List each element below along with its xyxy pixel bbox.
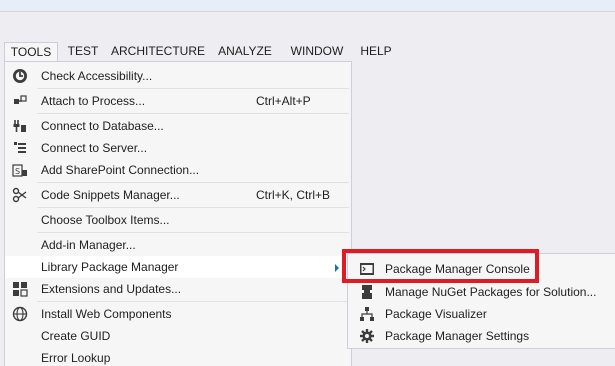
svg-text:S: S xyxy=(15,167,20,176)
menu-item-connect-to-server[interactable]: Connect to Server... xyxy=(5,137,351,159)
menu-item-choose-toolbox-items[interactable]: Choose Toolbox Items... xyxy=(5,209,351,231)
submenu-item-manage-nuget-packages[interactable]: Manage NuGet Packages for Solution... xyxy=(348,281,614,303)
menu-item-add-in-manager[interactable]: Add-in Manager... xyxy=(5,234,351,256)
menu-item-label: Attach to Process... xyxy=(41,94,146,108)
extensions-icon xyxy=(13,282,28,297)
sharepoint-icon: S xyxy=(12,164,27,177)
menu-architecture[interactable]: ARCHITECTURE xyxy=(110,42,206,62)
menu-separator xyxy=(37,113,349,114)
menu-item-label: Choose Toolbox Items... xyxy=(41,213,170,227)
submenu-item-label: Manage NuGet Packages for Solution... xyxy=(385,285,597,299)
menu-item-add-sharepoint-connection[interactable]: S Add SharePoint Connection... xyxy=(5,159,351,181)
menu-item-label: Connect to Database... xyxy=(41,119,164,133)
menu-item-label: Extensions and Updates... xyxy=(41,282,182,296)
menu-item-label: Connect to Server... xyxy=(41,141,148,155)
menu-analyze[interactable]: ANALYZE xyxy=(214,42,276,62)
server-icon xyxy=(14,142,26,153)
window-top-band xyxy=(0,0,615,40)
menu-item-create-guid[interactable]: Create GUID xyxy=(5,325,351,347)
menu-item-label: Library Package Manager xyxy=(41,260,179,274)
menu-separator xyxy=(37,182,349,183)
menu-separator xyxy=(37,207,349,208)
tools-dropdown-menu: Check Accessibility... Attach to Process… xyxy=(4,61,352,366)
menu-bar: TOOLS TEST ARCHITECTURE ANALYZE WINDOW H… xyxy=(0,42,615,62)
menu-separator xyxy=(37,88,349,89)
submenu-arrow-icon xyxy=(335,264,339,272)
menu-item-label: Install Web Components xyxy=(41,307,172,321)
menu-help[interactable]: HELP xyxy=(357,42,395,62)
menu-item-label: Error Lookup xyxy=(41,351,111,365)
menu-item-install-web-components[interactable]: Install Web Components xyxy=(5,303,351,325)
title-bar-strip xyxy=(0,0,615,12)
menu-item-connect-to-database[interactable]: Connect to Database... xyxy=(5,115,351,137)
submenu-item-label: Package Manager Settings xyxy=(385,329,530,343)
gear-icon xyxy=(360,329,374,343)
snippets-icon xyxy=(12,187,27,203)
accessibility-icon xyxy=(13,69,27,83)
highlight-annotation-box xyxy=(342,249,539,283)
menu-item-library-package-manager[interactable]: Library Package Manager xyxy=(5,256,351,278)
submenu-item-label: Package Visualizer xyxy=(385,307,487,321)
shortcut-text: Ctrl+K, Ctrl+B xyxy=(256,188,331,202)
shortcut-text: Ctrl+Alt+P xyxy=(256,94,311,108)
menu-separator xyxy=(37,232,349,233)
menu-item-error-lookup[interactable]: Error Lookup xyxy=(5,347,351,366)
menu-item-label: Create GUID xyxy=(41,329,111,343)
menu-item-label: Add SharePoint Connection... xyxy=(41,163,200,177)
submenu-item-package-visualizer[interactable]: Package Visualizer xyxy=(348,303,614,325)
attach-process-icon xyxy=(14,95,27,104)
menu-window[interactable]: WINDOW xyxy=(284,42,350,62)
database-plug-icon xyxy=(13,120,26,132)
hierarchy-icon xyxy=(360,307,374,321)
menu-item-extensions-and-updates[interactable]: Extensions and Updates... xyxy=(5,278,351,300)
menu-item-attach-to-process[interactable]: Attach to Process... Ctrl+Alt+P xyxy=(5,90,351,112)
menu-tools[interactable]: TOOLS xyxy=(4,42,58,62)
menu-item-label: Code Snippets Manager... xyxy=(41,188,180,202)
menu-separator xyxy=(37,301,349,302)
menu-test[interactable]: TEST xyxy=(64,42,102,62)
menu-item-label: Check Accessibility... xyxy=(41,69,153,83)
menu-item-check-accessibility[interactable]: Check Accessibility... xyxy=(5,65,351,87)
nuget-icon xyxy=(362,285,372,299)
submenu-item-package-manager-settings[interactable]: Package Manager Settings xyxy=(348,325,614,347)
globe-icon xyxy=(12,306,28,322)
menu-item-label: Add-in Manager... xyxy=(41,238,136,252)
menu-item-code-snippets-manager[interactable]: Code Snippets Manager... Ctrl+K, Ctrl+B xyxy=(5,184,351,206)
